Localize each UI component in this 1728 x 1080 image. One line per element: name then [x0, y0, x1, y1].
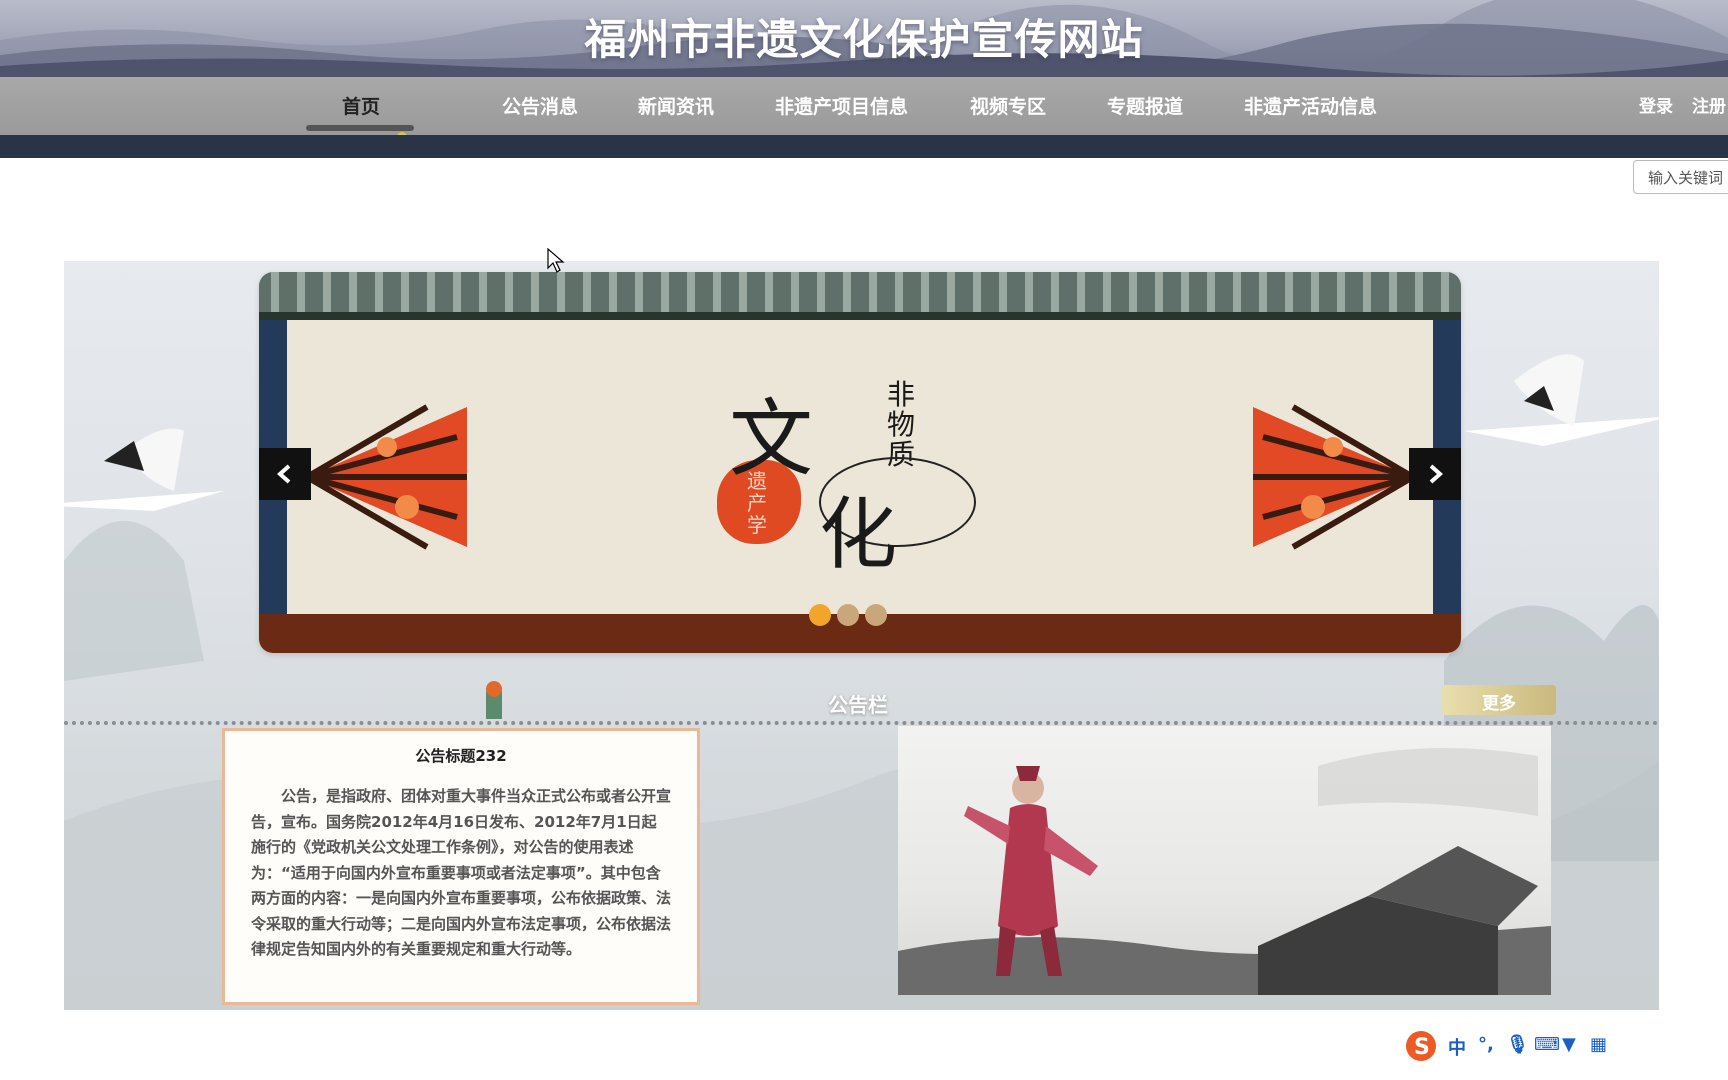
nav-heritage-projects[interactable]: 非遗产项目信息	[775, 92, 908, 119]
banner-carousel: 遗产学 文 非物质 化	[259, 272, 1461, 653]
carousel-dot-1[interactable]	[809, 604, 831, 626]
main-nav: 首页 公告消息 新闻资讯 非遗产项目信息 视频专区 专题报道 非遗产活动信息 登…	[0, 77, 1728, 147]
notice-board-title: 公告栏	[828, 693, 888, 717]
dotted-divider	[64, 721, 1659, 725]
nav-underline-band	[0, 135, 1728, 158]
nav-heritage-activities[interactable]: 非遗产活动信息	[1244, 92, 1377, 119]
red-fan-right-icon	[1253, 404, 1415, 550]
chevron-left-icon	[276, 464, 291, 484]
banner-char-wen: 文	[729, 390, 814, 488]
red-fan-left-icon	[305, 404, 467, 550]
sogou-logo-icon: S	[1406, 1031, 1436, 1061]
ime-toolbar[interactable]: S 中 °, 🎙 ⌨ ▼ ▦	[1400, 1027, 1618, 1065]
notice-card-title[interactable]: 公告标题232	[251, 745, 671, 766]
notice-image[interactable]	[898, 726, 1551, 995]
nav-active-indicator	[306, 125, 414, 131]
nav-home[interactable]: 首页	[342, 92, 380, 119]
site-title: 福州市非遗文化保护宣传网站	[584, 15, 1144, 64]
toolbox-icon[interactable]: ▦	[1590, 1034, 1607, 1055]
ime-mode-label[interactable]: 中	[1448, 1034, 1466, 1060]
crane-left-icon	[64, 428, 224, 511]
svg-text:S: S	[1414, 1035, 1430, 1060]
notice-card[interactable]: 公告标题232 公告，是指政府、团体对重大事件当众正式公布或者公开宣告，宣布。国…	[222, 728, 700, 1005]
mouse-cursor-icon	[547, 248, 565, 273]
banner-char-hua: 化	[819, 490, 898, 580]
login-link[interactable]: 登录	[1639, 92, 1673, 117]
main-content: 遗产学 文 非物质 化 公告栏 更多 公告标题232 公告，是指政府、团体对重大…	[64, 261, 1659, 1010]
carousel-dot-2[interactable]	[837, 604, 859, 626]
carousel-next-button[interactable]	[1409, 448, 1461, 500]
register-link[interactable]: 注册	[1692, 92, 1726, 117]
pagoda-ornament-icon	[486, 681, 502, 719]
notice-card-body: 公告，是指政府、团体对重大事件当众正式公布或者公开宣告，宣布。国务院2012年4…	[251, 787, 672, 958]
more-button[interactable]: 更多	[1442, 685, 1556, 715]
microphone-icon[interactable]: 🎙	[1506, 1034, 1529, 1055]
carousel-dot-3[interactable]	[865, 604, 887, 626]
nav-announcements[interactable]: 公告消息	[502, 92, 578, 119]
carousel-prev-button[interactable]	[259, 448, 311, 500]
keyboard-icon[interactable]: ⌨	[1534, 1034, 1560, 1055]
shadow-puppet-image	[898, 748, 1551, 995]
skin-icon[interactable]: ▼	[1562, 1034, 1576, 1055]
chevron-right-icon	[1429, 464, 1444, 484]
nav-special-reports[interactable]: 专题报道	[1107, 92, 1183, 119]
punctuation-icon[interactable]: °,	[1478, 1034, 1494, 1055]
site-header: 福州市非遗文化保护宣传网站 首页 公告消息 新闻资讯 非遗产项目信息 视频专区 …	[0, 0, 1728, 158]
search-input[interactable]: 输入关键词	[1633, 160, 1728, 194]
nav-news[interactable]: 新闻资讯	[638, 92, 714, 119]
crane-right-icon	[1464, 354, 1659, 446]
nav-videos[interactable]: 视频专区	[970, 92, 1046, 119]
